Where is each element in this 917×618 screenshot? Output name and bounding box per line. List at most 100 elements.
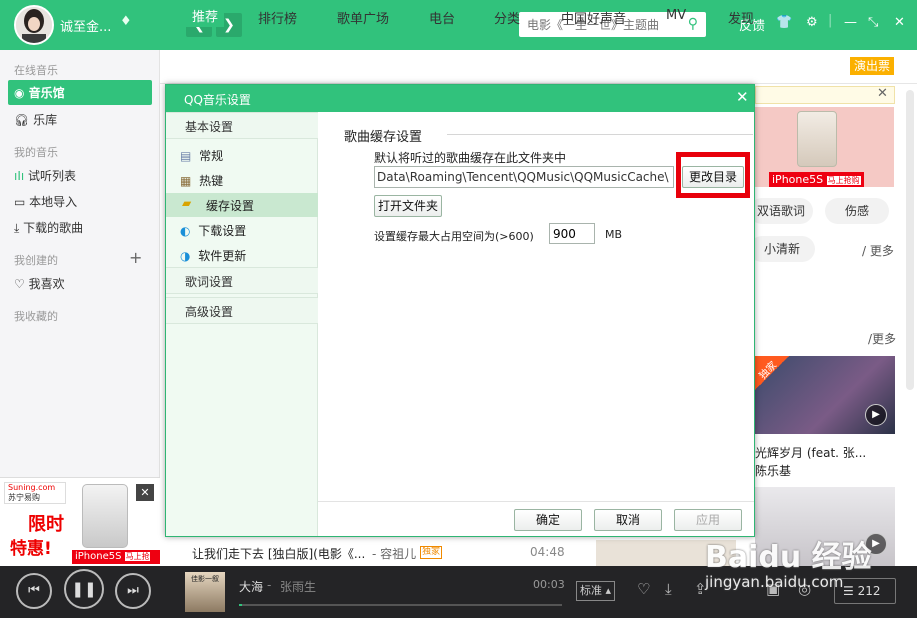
tab-charts[interactable]: 排行榜	[258, 8, 297, 27]
scrollbar[interactable]	[906, 90, 914, 390]
nav-advanced[interactable]: 高级设置	[166, 297, 318, 324]
nav-hotkeys[interactable]: ▦ 热键	[180, 172, 223, 189]
sidebar-heading-online: 在线音乐	[14, 64, 58, 77]
cancel-button[interactable]: 取消	[594, 509, 662, 531]
now-playing-song[interactable]: 大海	[239, 578, 263, 595]
more-mv-link[interactable]: /更多	[868, 330, 896, 347]
download-icon[interactable]: ⤓	[665, 580, 672, 598]
skin-icon[interactable]: 👕	[776, 15, 792, 30]
right-banner[interactable]: iPhone5S 马上抢购	[755, 107, 894, 187]
nav-cache[interactable]: ▰ 缓存设置	[166, 193, 318, 217]
tabs-bar	[160, 50, 917, 84]
mv-song-title[interactable]: 光辉岁月 (feat. 张...	[755, 444, 866, 461]
sidebar-item-library[interactable]: 🎧︎ 乐库	[14, 111, 57, 128]
nav-download[interactable]: ◐ 下载设置	[180, 222, 246, 239]
max-space-label: 设置缓存最大占用空间为(>600)	[374, 230, 534, 243]
play-icon[interactable]: ▶	[865, 404, 887, 426]
unit-label: MB	[605, 228, 623, 241]
tab-radio[interactable]: 电台	[429, 8, 455, 27]
ad-slogan-2: 特惠!	[10, 539, 52, 559]
album-text: 佳影一叙	[191, 575, 219, 583]
open-folder-button[interactable]: 打开文件夹	[374, 195, 442, 217]
vip-diamond-icon[interactable]: ♦	[120, 14, 132, 29]
now-playing-artist[interactable]: 张雨生	[280, 578, 316, 595]
right-product-tag: iPhone5S 马上抢购	[769, 172, 864, 187]
bars-icon: ıIı	[14, 169, 29, 183]
sidebar-item-label: 我喜欢	[28, 277, 65, 291]
watermark-url: jingyan.baidu.com	[705, 573, 844, 591]
notice-bar	[755, 86, 895, 104]
now-playing-separator: -	[267, 578, 272, 592]
more-tags-link[interactable]: / 更多	[862, 242, 894, 259]
mini-mode-icon[interactable]: ⤡	[868, 15, 878, 30]
minimize-icon[interactable]: —	[844, 15, 857, 30]
folder-icon: ▰	[182, 196, 192, 210]
mv-song-artist[interactable]: 陈乐基	[755, 462, 791, 479]
cache-path-field[interactable]: Data\Roaming\Tencent\QQMusic\QQMusicCach…	[374, 166, 674, 188]
list-song-artist[interactable]: - 容祖儿	[372, 545, 416, 562]
sidebar-heading-my-music: 我的音乐	[14, 146, 58, 159]
album-art[interactable]: 佳影一叙	[185, 572, 225, 612]
play-time: 00:03	[533, 578, 565, 591]
username[interactable]: 诚至金...	[60, 16, 111, 35]
pause-button[interactable]: ❚❚	[64, 569, 104, 609]
previous-button[interactable]: ⏮	[16, 573, 52, 609]
tag-bilingual[interactable]: 双语歌词	[749, 198, 813, 224]
headphones-icon: 🎧︎	[14, 113, 34, 127]
tab-discover[interactable]: 发现	[728, 8, 754, 27]
dialog-close-icon[interactable]: ✕	[736, 88, 749, 106]
list-icon: ☰	[843, 584, 858, 598]
mv-thumbnail[interactable]: 独家 ▶	[755, 356, 895, 434]
sidebar-item-trial-list[interactable]: ıIı 试听列表	[14, 167, 76, 184]
nav-basic[interactable]: 基本设置	[166, 112, 318, 139]
sidebar-heading-created: 我创建的	[14, 254, 58, 267]
ad-slogan-1: 限时	[28, 514, 64, 535]
search-icon[interactable]: ⚲	[688, 16, 698, 32]
tab-recommend[interactable]: 推荐	[186, 4, 225, 27]
nav-label: 下载设置	[198, 224, 247, 238]
like-icon[interactable]: ♡	[637, 580, 650, 598]
tab-voice-of-china[interactable]: 中国好声音	[561, 8, 626, 27]
ad-brand: Suning.com	[8, 483, 56, 492]
section-title: 歌曲缓存设置	[344, 130, 423, 145]
disc-icon: ◉	[14, 86, 29, 100]
dialog-title: QQ音乐设置	[184, 93, 251, 107]
list-duration: 04:48	[530, 545, 565, 559]
tab-category[interactable]: 分类	[494, 8, 520, 27]
nav-update[interactable]: ◑ 软件更新	[180, 247, 246, 264]
add-playlist-icon[interactable]: +	[129, 248, 142, 267]
tab-mv[interactable]: MV	[666, 8, 686, 23]
document-icon: ▤	[180, 149, 196, 163]
watermark-brand: Baidu 经验	[705, 540, 872, 575]
show-ticket-button[interactable]: 演出票	[850, 57, 894, 75]
sidebar-item-downloaded[interactable]: ⤓ 下载的歌曲	[14, 219, 83, 236]
avatar[interactable]	[14, 5, 54, 45]
close-icon[interactable]: ✕	[894, 15, 905, 30]
sidebar-item-music-hall[interactable]: ◉ 音乐馆	[8, 80, 152, 105]
sidebar-ad[interactable]: Suning.com苏宁易购 限时 特惠! iPhone5S 马上抢购 ✕	[0, 477, 160, 566]
ad-close-icon[interactable]: ✕	[136, 484, 154, 501]
right-buy: 马上抢购	[826, 176, 861, 185]
max-space-input[interactable]	[549, 223, 595, 244]
progress-track[interactable]	[239, 604, 562, 606]
next-button[interactable]: ⏭	[115, 573, 151, 609]
sidebar-item-local-import[interactable]: ▭ 本地导入	[14, 193, 77, 210]
footer-divider	[318, 501, 754, 502]
tag-fresh[interactable]: 小清新	[749, 236, 815, 262]
settings-gear-icon[interactable]: ⚙	[806, 15, 818, 30]
dialog-titlebar: QQ音乐设置 ✕	[166, 85, 754, 112]
tag-sad[interactable]: 伤感	[825, 198, 889, 224]
sidebar-item-label: 音乐馆	[28, 86, 65, 100]
nav-general[interactable]: ▤ 常规	[180, 147, 223, 164]
ok-button[interactable]: 确定	[514, 509, 582, 531]
tab-playlists[interactable]: 歌单广场	[337, 8, 389, 27]
nav-lyrics[interactable]: 歌词设置	[166, 267, 318, 294]
right-phone-image	[797, 111, 837, 167]
sidebar-item-favorites[interactable]: ♡ 我喜欢	[14, 275, 65, 292]
notice-close-icon[interactable]: ✕	[877, 86, 888, 101]
highlight-box	[676, 152, 750, 198]
right-product: iPhone5S	[772, 173, 824, 186]
quality-selector[interactable]: 标准 ▴	[576, 581, 616, 601]
list-song-title[interactable]: 让我们走下去 [独白版](电影《...	[192, 545, 365, 562]
apply-button[interactable]: 应用	[674, 509, 742, 531]
